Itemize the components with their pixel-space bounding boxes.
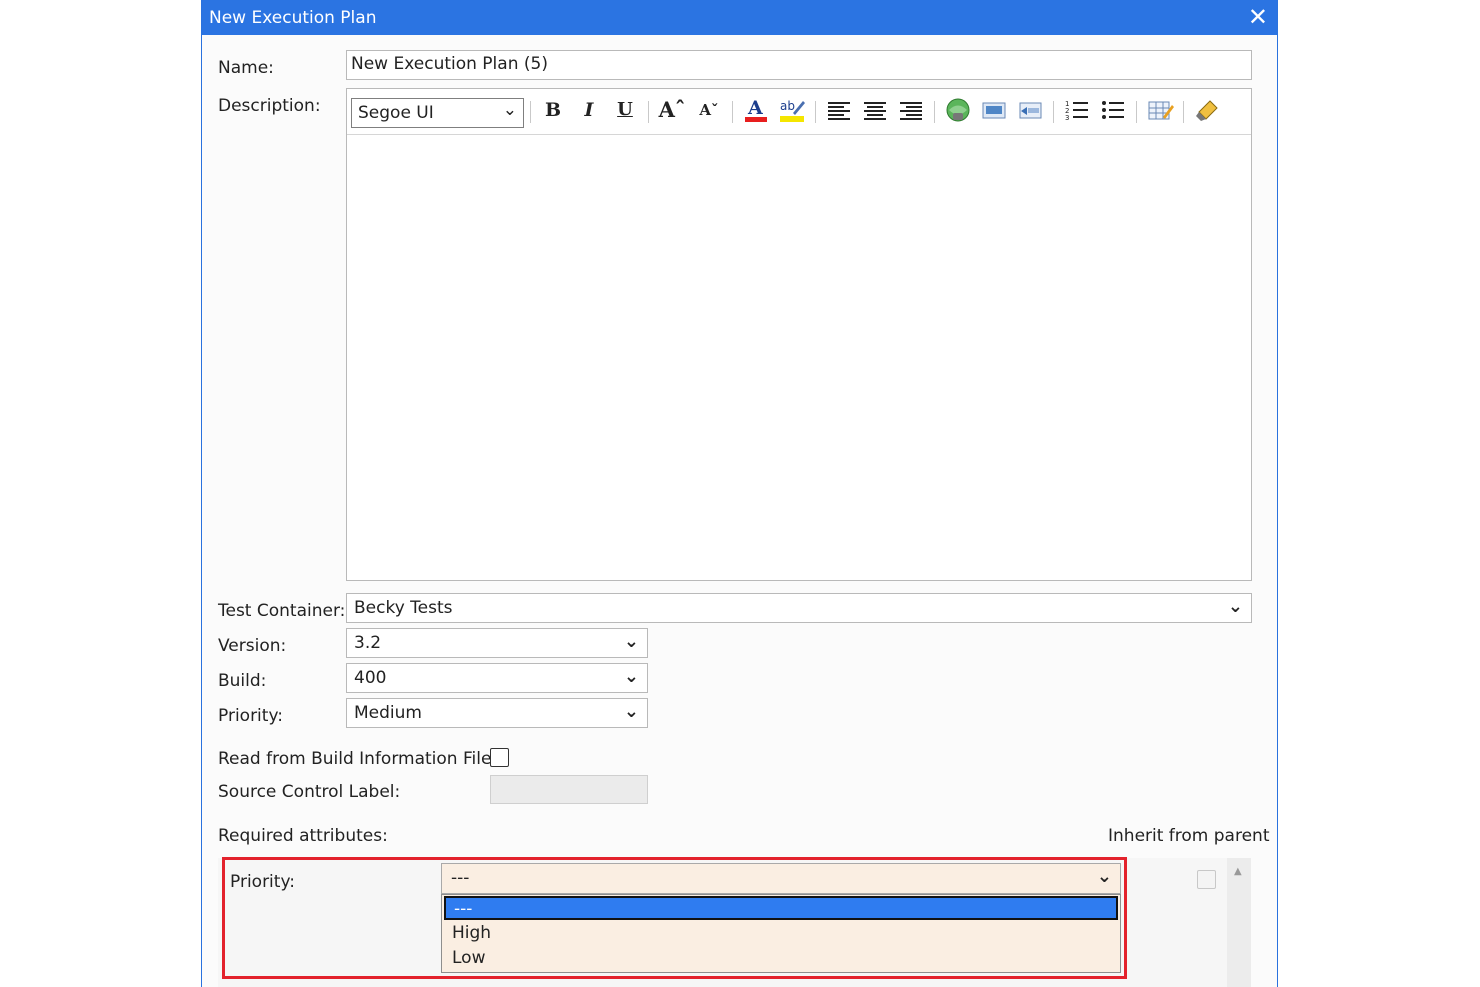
inherit-from-parent-label: Inherit from parent xyxy=(1108,826,1270,846)
font-family-value: Segoe UI xyxy=(358,103,434,123)
align-center-icon[interactable] xyxy=(860,95,890,125)
build-value: 400 xyxy=(354,668,387,688)
underline-icon[interactable]: U xyxy=(610,95,640,125)
build-label: Build: xyxy=(218,671,267,691)
version-value: 3.2 xyxy=(354,633,382,653)
bulleted-list-icon[interactable] xyxy=(1098,95,1128,125)
inherit-priority-checkbox[interactable] xyxy=(1197,870,1216,889)
close-icon[interactable]: ✕ xyxy=(1248,3,1268,31)
description-text-area[interactable] xyxy=(347,136,1251,580)
grow-font-icon[interactable]: Aˆ xyxy=(657,95,687,125)
chevron-down-icon: ⌄ xyxy=(623,701,639,722)
source-control-label: Source Control Label: xyxy=(218,782,401,802)
priority-select[interactable]: Medium ⌄ xyxy=(346,698,648,728)
bold-icon[interactable]: B xyxy=(538,95,568,125)
scroll-up-icon[interactable]: ▲ xyxy=(1234,866,1242,877)
chevron-down-icon: ⌄ xyxy=(623,666,639,687)
chevron-down-icon: ⌄ xyxy=(502,100,517,120)
toolbar-separator xyxy=(732,101,733,123)
test-container-label: Test Container: xyxy=(218,601,346,621)
shrink-font-icon[interactable]: Aˇ xyxy=(694,95,724,125)
toolbar-separator xyxy=(934,101,935,123)
font-color-icon[interactable]: A xyxy=(741,95,771,125)
toolbar-separator xyxy=(1053,101,1054,123)
test-container-value: Becky Tests xyxy=(354,598,453,618)
name-label: Name: xyxy=(218,58,274,78)
svg-text:A: A xyxy=(747,97,763,119)
build-select[interactable]: 400 ⌄ xyxy=(346,663,648,693)
read-build-info-checkbox[interactable] xyxy=(490,748,509,767)
required-attributes-label: Required attributes: xyxy=(218,826,388,846)
align-right-icon[interactable] xyxy=(896,95,926,125)
font-family-select[interactable]: Segoe UI ⌄ xyxy=(351,98,524,128)
insert-hyperlink-icon[interactable] xyxy=(943,95,973,125)
priority-label: Priority: xyxy=(218,706,283,726)
name-input[interactable]: New Execution Plan (5) xyxy=(346,50,1252,80)
description-editor: Segoe UI ⌄ B I U Aˆ Aˇ A ab 1 2 3 xyxy=(346,88,1252,581)
editor-toolbar: Segoe UI ⌄ B I U Aˆ Aˇ A ab 1 2 3 xyxy=(347,89,1251,135)
chevron-down-icon: ⌄ xyxy=(623,631,639,652)
insert-image-icon[interactable] xyxy=(979,95,1009,125)
insert-picture-icon[interactable] xyxy=(1015,95,1045,125)
toolbar-separator xyxy=(530,101,531,123)
title-bar: New Execution Plan ✕ xyxy=(202,0,1277,35)
priority-value: Medium xyxy=(354,703,422,723)
highlight-box xyxy=(222,857,1127,979)
version-label: Version: xyxy=(218,636,287,656)
description-label: Description: xyxy=(218,96,321,116)
toolbar-separator xyxy=(1136,101,1137,123)
italic-icon[interactable]: I xyxy=(574,95,604,125)
insert-table-icon[interactable] xyxy=(1145,95,1175,125)
numbered-list-icon[interactable]: 123 xyxy=(1062,95,1092,125)
toolbar-separator xyxy=(1183,101,1184,123)
dialog-title: New Execution Plan xyxy=(209,8,377,28)
attributes-scrollbar[interactable]: ▲ xyxy=(1227,858,1251,987)
new-execution-plan-dialog: New Execution Plan ✕ Name: New Execution… xyxy=(201,0,1278,987)
toolbar-separator xyxy=(648,101,649,123)
source-control-input xyxy=(490,775,648,804)
align-left-icon[interactable] xyxy=(824,95,854,125)
toolbar-separator xyxy=(815,101,816,123)
test-container-select[interactable]: Becky Tests ⌄ xyxy=(346,593,1252,623)
clear-format-icon[interactable] xyxy=(1192,95,1222,125)
svg-text:ab: ab xyxy=(780,99,795,113)
highlight-icon[interactable]: ab xyxy=(777,95,807,125)
chevron-down-icon: ⌄ xyxy=(1227,596,1243,617)
version-select[interactable]: 3.2 ⌄ xyxy=(346,628,648,658)
svg-text:3: 3 xyxy=(1065,114,1069,122)
read-build-info-label: Read from Build Information File: xyxy=(218,749,498,769)
